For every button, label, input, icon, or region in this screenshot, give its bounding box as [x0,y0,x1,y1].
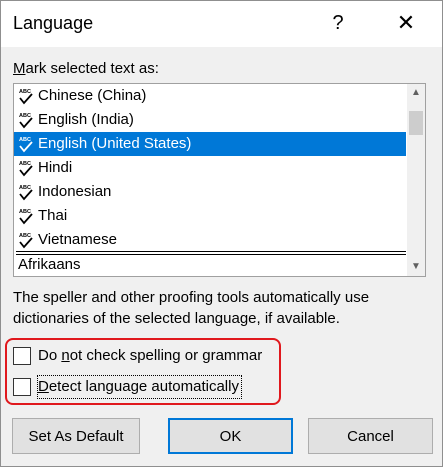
svg-text:ABC: ABC [19,113,31,119]
scroll-thumb[interactable] [409,111,423,135]
close-button[interactable]: ✕ [391,8,421,38]
description-text: The speller and other proofing tools aut… [13,289,370,327]
detect-label-post: etect language automatically [48,378,239,395]
no-check-label-post: ot check spelling or grammar [69,347,263,364]
mark-label-text: ark selected text as: [25,60,159,77]
language-label: English (India) [38,111,134,128]
detect-language-label: Detect language automatically [37,375,242,399]
language-list-item[interactable]: ABC Vietnamese [14,228,406,252]
language-dialog: Language ? ✕ Mark selected text as: ABC C… [0,0,443,467]
language-list[interactable]: ABC Chinese (China) ABC English (India) ABC E… [13,83,426,277]
do-not-check-spelling-option[interactable]: Do not check spelling or grammar [13,345,275,367]
scroll-up-arrow-icon[interactable]: ▲ [407,84,425,102]
detect-label-accesskey: D [38,378,49,395]
language-list-item[interactable]: ABC Hindi [14,156,406,180]
language-label: Hindi [38,159,73,176]
svg-text:ABC: ABC [19,209,31,215]
svg-text:ABC: ABC [19,161,31,167]
scroll-down-arrow-icon[interactable]: ▼ [407,258,425,276]
dialog-title: Language [13,13,94,33]
language-label: English (United States) [38,135,192,152]
language-label: Thai [38,207,68,224]
mark-label-accesskey: M [13,60,26,77]
language-label: Vietnamese [38,231,117,248]
language-list-item[interactable]: ABC Thai [14,204,406,228]
language-label: Chinese (China) [38,87,147,104]
spellcheck-icon: ABC [19,233,33,249]
list-item-afrikaans[interactable]: Afrikaans [18,254,81,276]
detect-language-option[interactable]: Detect language automatically [13,375,253,399]
language-label: Indonesian [38,183,112,200]
no-check-label-accesskey: n [61,347,70,364]
spellcheck-icon: ABC [19,89,33,105]
cancel-button[interactable]: Cancel [308,418,433,454]
language-list-item[interactable]: ABC Indonesian [14,180,406,204]
do-not-check-spelling-label: Do not check spelling or grammar [38,345,262,367]
spellcheck-icon: ABC [19,185,33,201]
language-list-item[interactable]: ABC English (United States) [14,132,406,156]
spellcheck-icon: ABC [19,161,33,177]
spellcheck-icon: ABC [19,137,33,153]
do-not-check-spelling-checkbox[interactable] [13,347,31,365]
language-list-items: ABC Chinese (China) ABC English (India) ABC E… [14,84,406,254]
ok-button[interactable]: OK [168,418,293,454]
help-button[interactable]: ? [323,8,353,38]
spellcheck-icon: ABC [19,209,33,225]
set-as-default-button[interactable]: Set As Default [12,418,140,454]
svg-text:ABC: ABC [19,185,31,191]
spellcheck-icon: ABC [19,113,33,129]
language-list-item[interactable]: ABC Chinese (China) [14,84,406,108]
detect-language-checkbox[interactable] [13,378,31,396]
mark-selected-text-label: Mark selected text as: [13,60,159,77]
svg-text:ABC: ABC [19,89,31,95]
svg-text:ABC: ABC [19,137,31,143]
title-bar: Language ? ✕ [1,1,442,47]
no-check-label-pre: Do [38,347,62,364]
language-list-item[interactable]: ABC English (India) [14,108,406,132]
svg-text:ABC: ABC [19,233,31,239]
list-scrollbar[interactable]: ▲ ▼ [407,84,425,276]
